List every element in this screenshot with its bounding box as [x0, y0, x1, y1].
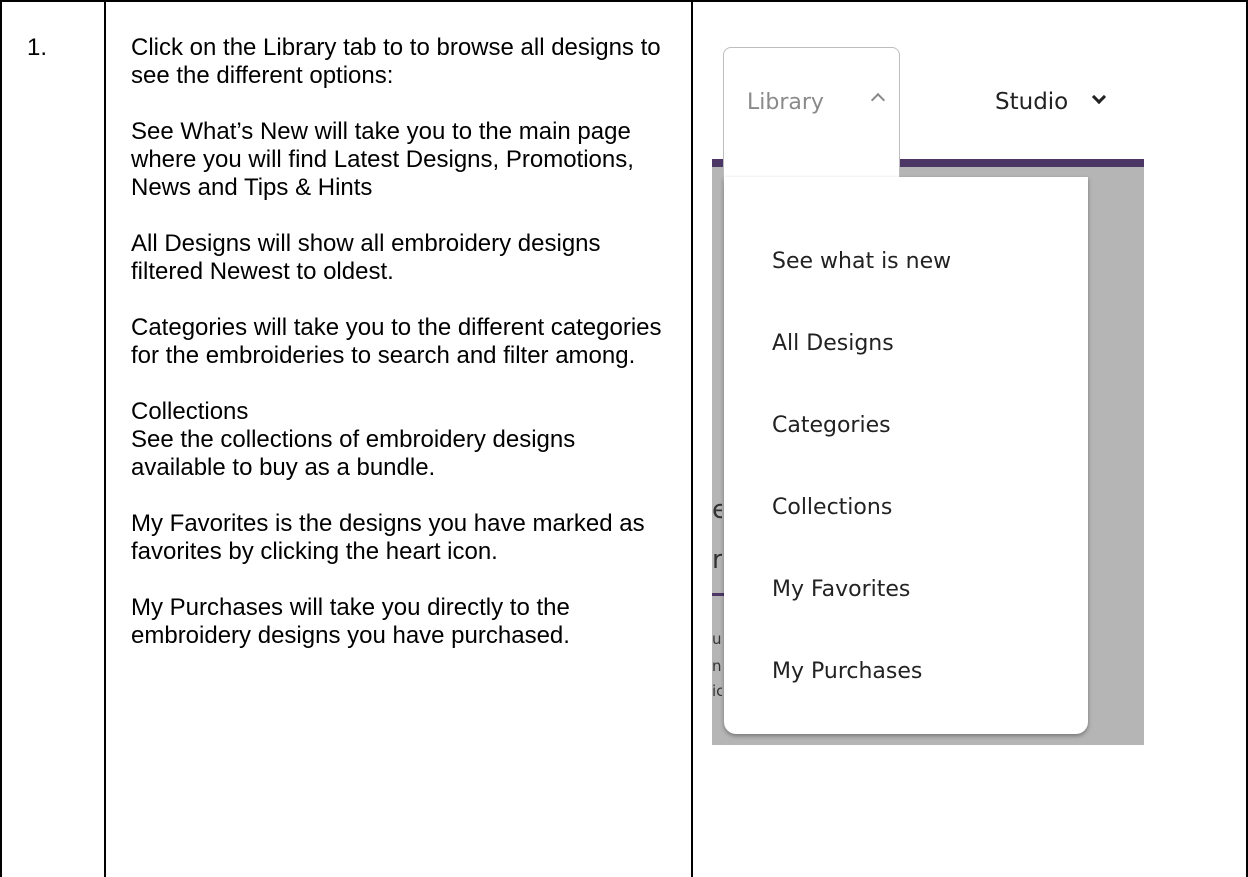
menu-item-categories[interactable]: Categories: [772, 413, 891, 438]
clipped-page-text: u: [712, 630, 722, 648]
tab-library[interactable]: Library: [723, 47, 900, 187]
instruction-whats-new: See What’s New will take you to the main…: [131, 118, 634, 201]
clipped-page-text: r: [712, 545, 722, 575]
instruction-categories: Categories will take you to the differen…: [131, 314, 662, 369]
menu-item-see-what-is-new[interactable]: See what is new: [772, 249, 951, 274]
step-number: 1.: [27, 34, 48, 61]
library-dropdown-menu: See what is new All Designs Categories C…: [724, 177, 1088, 734]
instruction-intro: Click on the Library tab to to browse al…: [131, 34, 661, 89]
chevron-down-icon[interactable]: [1091, 89, 1107, 105]
menu-item-all-designs[interactable]: All Designs: [772, 331, 894, 356]
instruction-collections: See the collections of embroidery design…: [131, 426, 576, 481]
menu-item-collections[interactable]: Collections: [772, 495, 892, 520]
tab-studio[interactable]: Studio: [995, 89, 1068, 115]
table-top-border: [0, 0, 1248, 2]
clipped-page-text: ic: [712, 682, 722, 700]
instruction-collections-heading: Collections: [131, 398, 249, 425]
chevron-up-icon: [870, 92, 886, 108]
menu-item-my-purchases[interactable]: My Purchases: [772, 659, 922, 684]
instruction-favorites: My Favorites is the designs you have mar…: [131, 510, 645, 565]
table-left-border: [0, 0, 2, 877]
tab-library-label: Library: [747, 90, 824, 115]
clipped-divider: [712, 593, 724, 596]
instructions-cell: Click on the Library tab to to browse al…: [131, 34, 676, 678]
instruction-purchases: My Purchases will take you directly to t…: [131, 594, 570, 649]
clipped-page-text: e: [712, 495, 722, 525]
library-menu-screenshot: e r u n ic Library Studio See what is ne…: [712, 40, 1148, 746]
table-column-divider-1: [104, 0, 106, 877]
instruction-all-designs: All Designs will show all embroidery des…: [131, 230, 601, 285]
clipped-page-text: n: [712, 657, 722, 675]
table-column-divider-2: [691, 0, 693, 877]
menu-item-my-favorites[interactable]: My Favorites: [772, 577, 910, 602]
